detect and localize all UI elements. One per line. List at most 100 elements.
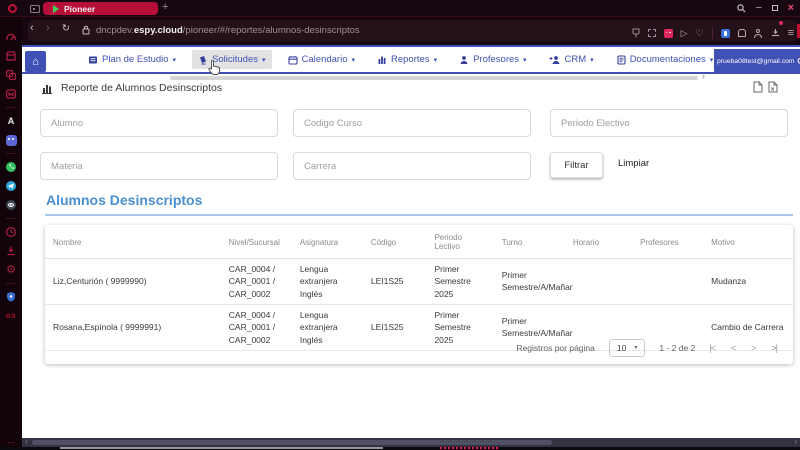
table-row[interactable]: Liz,Centurión ( 9999990) CAR_0004 / CAR_…	[45, 258, 793, 305]
speed-dial-icon[interactable]	[5, 31, 17, 43]
browser-sidebar: A ⚙ GX ⋯	[0, 17, 22, 447]
chat-app-icon[interactable]	[5, 134, 17, 146]
mouse-cursor	[208, 59, 220, 75]
window-controls: – ×	[737, 2, 794, 14]
calendario-icon	[287, 55, 298, 65]
sidebar-overflow-icon[interactable]: ⋯	[7, 438, 15, 447]
report-chart-icon	[42, 84, 52, 94]
flow-play-icon[interactable]: ▷	[681, 28, 688, 38]
bottom-progress-bar	[60, 447, 383, 449]
snapshot-icon[interactable]	[647, 29, 656, 37]
home-button[interactable]: ⌂	[25, 51, 46, 72]
history-icon[interactable]	[5, 226, 17, 238]
downloads-icon[interactable]	[771, 21, 783, 42]
results-card: Nombre Nivel/Sucursal Asignatura Código …	[45, 225, 793, 364]
telegram-icon[interactable]	[5, 180, 17, 192]
per-page-value: 10	[616, 342, 627, 353]
page-horizontal-scrollbar[interactable]: ‹ ›	[22, 437, 800, 447]
pin-icon[interactable]	[632, 28, 640, 38]
col-profesores: Profesores	[632, 225, 704, 259]
workspaces-icon[interactable]	[30, 5, 40, 13]
limpiar-button[interactable]: Limpiar	[618, 158, 649, 169]
scrollbar-thumb[interactable]	[32, 440, 552, 445]
report-header: Reporte de Alumnos Desinscriptos	[42, 82, 222, 94]
browser-tab-pioneer[interactable]: Pioneer	[43, 2, 158, 15]
webview: ⌂ Plan de Estudio ▾ Solicitudes ▾ Calendar…	[22, 45, 800, 447]
menu-calendario[interactable]: Calendario ▾	[282, 50, 361, 69]
last-page-icon[interactable]: >|	[771, 343, 778, 353]
menu-label: Plan de Estudio	[102, 54, 169, 65]
user-settings-gear-icon[interactable]: ⚙	[797, 56, 800, 67]
filter-alumno-input[interactable]	[40, 109, 278, 137]
menu-crm[interactable]: CRM ▾	[543, 50, 600, 69]
close-button[interactable]: ×	[788, 2, 794, 14]
filter-periodo-electivo-input[interactable]	[550, 109, 788, 137]
minimize-button[interactable]: –	[756, 2, 762, 14]
chevron-down-icon: ▾	[634, 345, 638, 351]
export-pdf-icon[interactable]	[753, 81, 763, 93]
user-account-box[interactable]: prueba08test@gmail.com ⚙	[714, 49, 800, 72]
menu-profesores[interactable]: Profesores ▾	[453, 50, 532, 69]
menu-documentaciones[interactable]: Documentaciones ▾	[610, 50, 720, 69]
next-page-icon[interactable]: >	[751, 343, 756, 353]
player-icon[interactable]	[663, 28, 673, 38]
export-excel-icon[interactable]	[768, 81, 778, 93]
tab-favicon-icon	[53, 4, 59, 13]
bookmark-heart-icon[interactable]: ♡	[696, 28, 704, 38]
url-text[interactable]: dncpdev.espy.cloud/pioneer/#/reportes/al…	[96, 25, 360, 36]
aria-ai-icon[interactable]: A	[5, 115, 17, 127]
table-header-row: Nombre Nivel/Sucursal Asignatura Código …	[45, 225, 793, 259]
reload-button[interactable]: ↻	[62, 23, 70, 34]
cell-motivo: Mudanza	[703, 258, 793, 305]
filter-materia-input[interactable]	[40, 152, 278, 180]
settings-gear-icon[interactable]: ⚙	[5, 264, 17, 276]
shield-extension-icon[interactable]	[5, 291, 17, 303]
scroll-left-icon[interactable]: ‹	[25, 437, 28, 446]
extension-ghost-icon[interactable]	[737, 29, 746, 37]
menu-label: Reportes	[391, 54, 430, 65]
prev-page-icon[interactable]: <	[731, 343, 736, 353]
restore-button[interactable]	[771, 5, 778, 11]
filtrar-button[interactable]: Filtrar	[550, 152, 603, 178]
filter-carrera-input[interactable]	[293, 152, 531, 180]
cell-turno: Primer Semestre/A/Mañar	[493, 258, 573, 305]
cell-nivel: CAR_0004 / CAR_0001 / CAR_0002	[220, 258, 292, 305]
sidebar-menu-icon[interactable]: ≡	[788, 28, 794, 39]
per-page-select[interactable]: 10 ▾	[608, 338, 646, 357]
col-turno: Turno	[493, 225, 565, 259]
menu-scroll-right-icon[interactable]: ›	[702, 71, 705, 81]
new-tab-button[interactable]: +	[162, 1, 168, 13]
menu-solicitudes[interactable]: Solicitudes ▾	[192, 50, 272, 69]
forward-button[interactable]: ›	[46, 23, 50, 34]
browser-urlrow: ‹ › ↻ dncpdev.espy.cloud/pioneer/#/repor…	[22, 17, 800, 45]
menu-scrollbar[interactable]	[170, 76, 698, 80]
discord-icon[interactable]	[5, 199, 17, 211]
profile-icon[interactable]	[754, 28, 763, 38]
url-host: espy.cloud	[133, 25, 183, 36]
url-path: /pioneer/#/reportes/alumnos-desinscripto…	[182, 25, 360, 36]
filter-codigo-curso-input[interactable]	[293, 109, 531, 137]
scroll-right-icon[interactable]: ›	[794, 437, 797, 446]
cell-asignatura: Lengua extranjera Inglés	[291, 258, 363, 305]
gx-corner-icon[interactable]	[5, 50, 17, 62]
search-tabs-icon[interactable]	[737, 3, 746, 13]
opera-logo-icon[interactable]	[8, 4, 17, 13]
menu-reportes[interactable]: Reportes ▾	[371, 50, 443, 69]
page-title: Reporte de Alumnos Desinscriptos	[61, 82, 223, 94]
col-periodo-lectivo: Periodo Lectivo	[426, 225, 494, 259]
messenger-icon[interactable]	[5, 88, 17, 100]
back-button[interactable]: ‹	[30, 23, 34, 34]
download-badge	[778, 21, 783, 25]
easy-files-icon[interactable]	[5, 245, 17, 257]
user-email: prueba08test@gmail.com	[717, 58, 795, 65]
divider	[6, 107, 16, 108]
first-page-icon[interactable]: |<	[709, 343, 716, 353]
extension-blue-icon[interactable]	[720, 28, 730, 38]
menu-label: Calendario	[301, 54, 348, 65]
mods-icon[interactable]	[5, 69, 17, 81]
chevron-down-icon: ▾	[351, 56, 355, 64]
whatsapp-icon[interactable]	[5, 161, 17, 173]
lock-icon[interactable]	[82, 25, 90, 35]
menu-plan-de-estudio[interactable]: Plan de Estudio ▾	[82, 50, 182, 69]
cell-periodo: Primer Semestre 2025	[426, 258, 494, 305]
